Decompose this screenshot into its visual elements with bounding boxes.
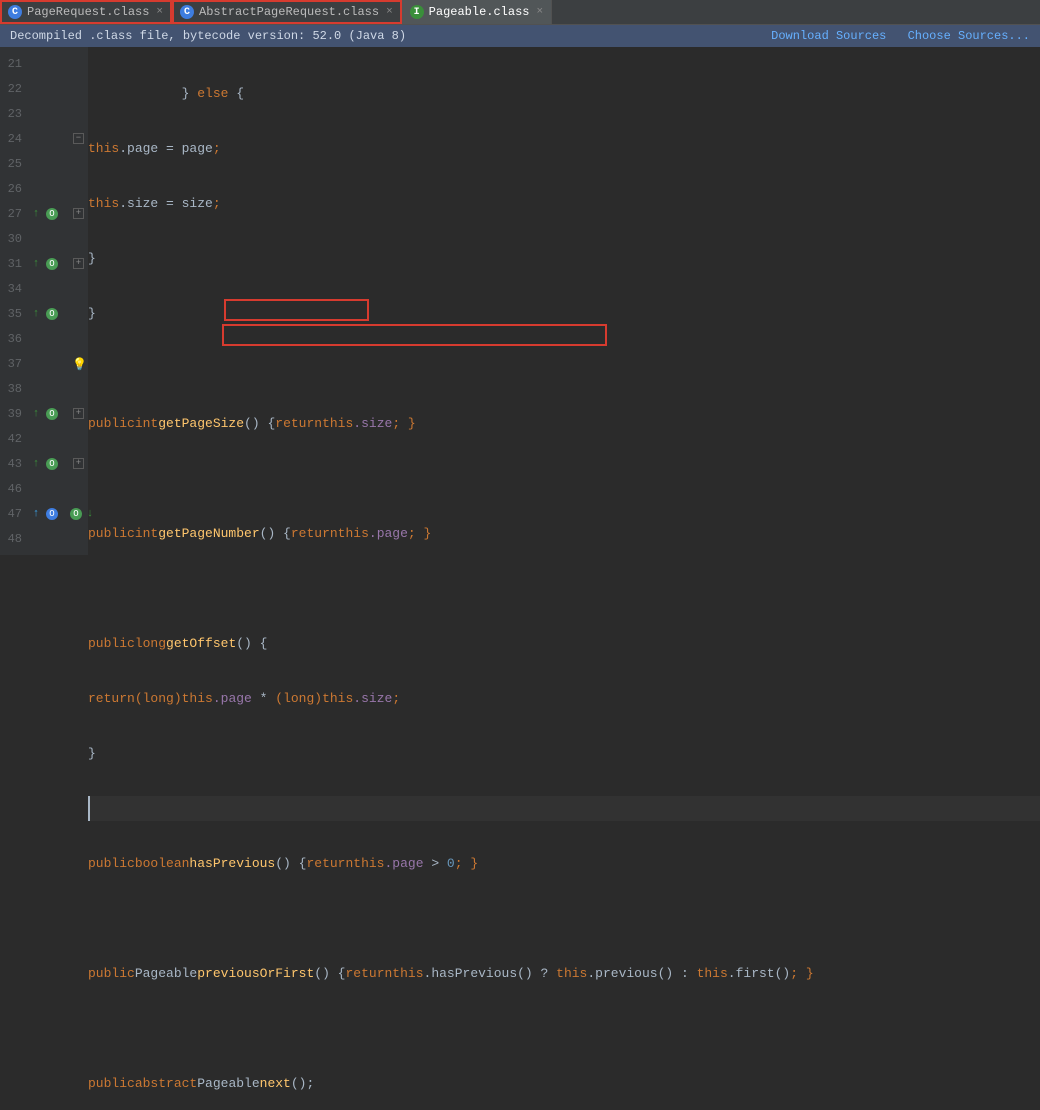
intention-bulb-icon[interactable]: 💡: [72, 357, 86, 371]
implements-up-icon[interactable]: ↑: [30, 508, 42, 520]
line-number: 31: [0, 251, 28, 276]
interface-icon: I: [410, 5, 424, 19]
code-line: public long getOffset() {: [88, 631, 1040, 656]
close-icon[interactable]: ×: [154, 6, 165, 18]
override-icon[interactable]: O: [46, 308, 58, 320]
line-number: 42: [0, 426, 28, 451]
fold-icon[interactable]: +: [73, 258, 84, 269]
class-icon: C: [180, 5, 194, 19]
caret: [88, 796, 90, 821]
class-icon: C: [8, 5, 22, 19]
code-line: public Pageable previousOrFirst() { retu…: [88, 961, 1040, 986]
line-number: 35: [0, 301, 28, 326]
marker-gutter: − O↑+ O↑+ O↑ 💡 O↑+ O↑+ O↑O↓: [28, 47, 88, 555]
line-number: 39: [0, 401, 28, 426]
implements-up-icon[interactable]: ↑: [30, 408, 42, 420]
code-line: [88, 356, 1040, 381]
download-sources-link[interactable]: Download Sources: [771, 29, 886, 43]
line-number: 23: [0, 101, 28, 126]
code-line: } else {: [88, 81, 1040, 106]
infobar-actions: Download Sources Choose Sources...: [757, 29, 1030, 43]
line-number: 36: [0, 326, 28, 351]
line-number: 30: [0, 226, 28, 251]
implements-up-icon[interactable]: ↑: [30, 308, 42, 320]
code-line: [88, 576, 1040, 601]
implements-up-icon[interactable]: ↑: [30, 208, 42, 220]
code-line: public int getPageNumber() { return this…: [88, 521, 1040, 546]
close-icon[interactable]: ×: [535, 6, 546, 18]
code-line: }: [88, 741, 1040, 766]
line-number: 26: [0, 176, 28, 201]
tab-label: Pageable.class: [429, 5, 530, 19]
line-number: 38: [0, 376, 28, 401]
code-line: [88, 1016, 1040, 1041]
fold-icon[interactable]: +: [73, 408, 84, 419]
code-line: [88, 466, 1040, 491]
close-icon[interactable]: ×: [384, 6, 395, 18]
override-icon[interactable]: O: [46, 208, 58, 220]
override-icon[interactable]: O: [46, 508, 58, 520]
line-number: 48: [0, 526, 28, 551]
decompiled-info-bar: Decompiled .class file, bytecode version…: [0, 25, 1040, 47]
line-number: 43: [0, 451, 28, 476]
code-line: this.page = page;: [88, 136, 1040, 161]
implements-up-icon[interactable]: ↑: [30, 258, 42, 270]
decompiled-message: Decompiled .class file, bytecode version…: [10, 29, 406, 43]
code-line: [88, 906, 1040, 931]
code-line: return (long)this.page * (long)this.size…: [88, 686, 1040, 711]
tab-pageable[interactable]: I Pageable.class ×: [402, 0, 552, 24]
editor-tabs: C PageRequest.class × C AbstractPageRequ…: [0, 0, 1040, 25]
line-number: 27: [0, 201, 28, 226]
override-icon[interactable]: O: [46, 458, 58, 470]
line-number: 37: [0, 351, 28, 376]
code-line: public abstract Pageable next();: [88, 1071, 1040, 1096]
code-line-current: [88, 796, 1040, 821]
tab-label: AbstractPageRequest.class: [199, 5, 379, 19]
line-number: 46: [0, 476, 28, 501]
code-line: public boolean hasPrevious() { return th…: [88, 851, 1040, 876]
overridden-icon[interactable]: O: [70, 508, 82, 520]
code-line: public int getPageSize() { return this.s…: [88, 411, 1040, 436]
tab-abstractpagerequest[interactable]: C AbstractPageRequest.class ×: [172, 0, 402, 24]
line-number-gutter: 21 22 23 24 25 26 27 30 31 34 35 36 37 3…: [0, 47, 28, 555]
choose-sources-link[interactable]: Choose Sources...: [908, 29, 1030, 43]
code-line: this.size = size;: [88, 191, 1040, 216]
fold-icon[interactable]: +: [73, 458, 84, 469]
line-number: 24: [0, 126, 28, 151]
line-number: 34: [0, 276, 28, 301]
override-icon[interactable]: O: [46, 258, 58, 270]
code-area[interactable]: } else { this.page = page; this.size = s…: [88, 47, 1040, 555]
tab-label: PageRequest.class: [27, 5, 149, 19]
highlight-box-return: [222, 324, 607, 346]
line-number: 21: [0, 51, 28, 76]
fold-icon[interactable]: −: [73, 133, 84, 144]
implements-up-icon[interactable]: ↑: [30, 458, 42, 470]
code-editor[interactable]: 21 22 23 24 25 26 27 30 31 34 35 36 37 3…: [0, 47, 1040, 555]
fold-icon[interactable]: +: [73, 208, 84, 219]
line-number: 22: [0, 76, 28, 101]
code-line: }: [88, 246, 1040, 271]
code-line: }: [88, 301, 1040, 326]
line-number: 47: [0, 501, 28, 526]
line-number: 25: [0, 151, 28, 176]
tab-pagerequest[interactable]: C PageRequest.class ×: [0, 0, 172, 24]
override-icon[interactable]: O: [46, 408, 58, 420]
